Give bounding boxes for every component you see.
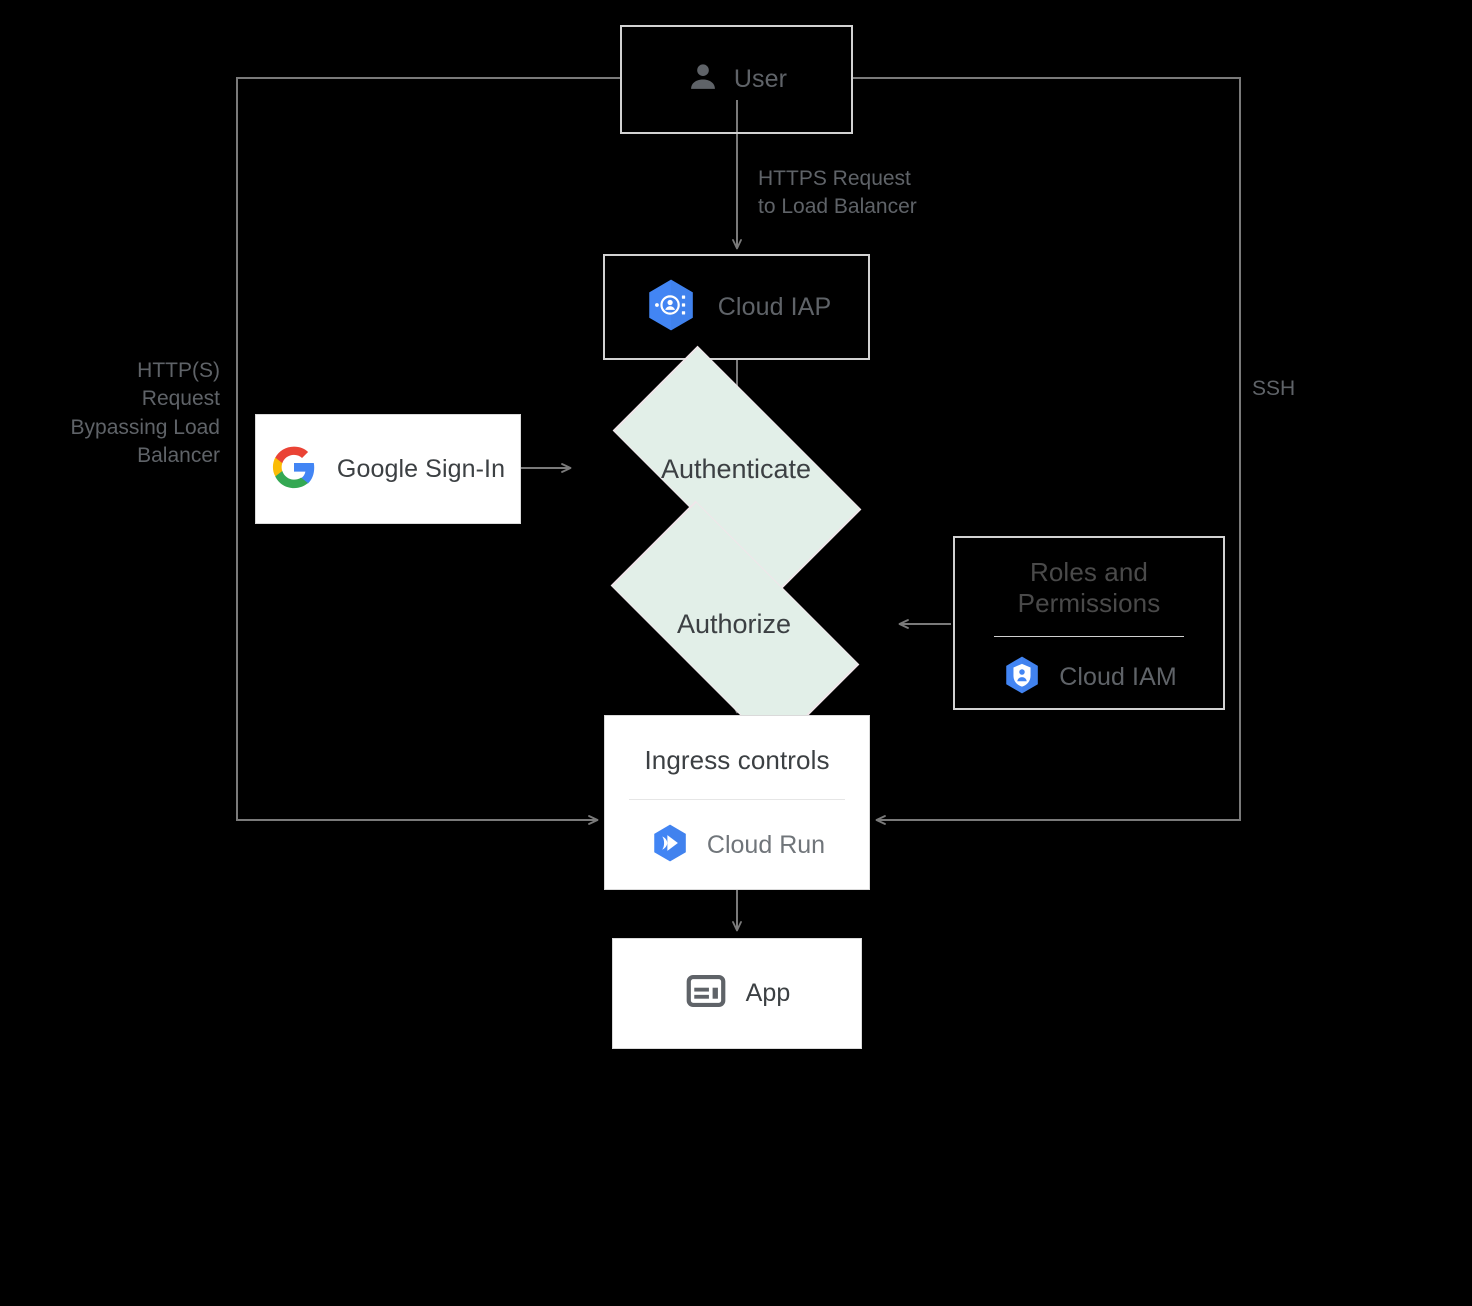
node-ingress-controls[interactable]: Ingress controls Cloud Run [604, 715, 870, 890]
node-app-label: App [745, 979, 791, 1007]
edge-label-ssh: SSH [1252, 377, 1296, 400]
roles-permissions-divider [994, 636, 1184, 638]
node-cloud-iam-label: Cloud IAM [1059, 663, 1177, 692]
node-authenticate-label: Authenticate [660, 453, 812, 484]
google-g-icon [271, 444, 317, 495]
node-roles-and-permissions[interactable]: Roles and Permissions Cloud IAM [953, 536, 1225, 710]
node-google-signin-label: Google Sign-In [336, 454, 506, 483]
node-user[interactable]: User [620, 25, 853, 134]
node-authorize[interactable]: Authorize [573, 500, 895, 750]
app-window-icon [684, 969, 728, 1018]
roles-permissions-title-line2: Permissions [1017, 588, 1161, 618]
diagram-canvas: User Cloud IAP Google Sign-In Authentica… [0, 0, 1472, 1306]
user-icon [686, 60, 720, 99]
roles-permissions-title-line1: Roles and [1030, 556, 1148, 587]
ingress-controls-divider [629, 798, 845, 800]
edge-label-https-to-load-balancer: HTTPS Request to Load Balancer [758, 167, 917, 219]
node-google-signin[interactable]: Google Sign-In [255, 414, 521, 524]
roles-permissions-title: Roles and Permissions [955, 557, 1223, 619]
node-cloud-iap-label: Cloud IAP [717, 292, 832, 321]
node-app[interactable]: App [612, 938, 862, 1049]
ingress-controls-title: Ingress controls [644, 744, 830, 775]
cloud-run-icon [649, 822, 691, 869]
node-authenticate[interactable]: Authenticate [575, 345, 897, 595]
cloud-iap-icon [642, 276, 700, 339]
edge-label-bypassing-load-balancer: HTTP(S) Request Bypassing Load Balancer [70, 359, 220, 468]
node-authorize-label: Authorize [676, 608, 792, 639]
node-cloud-run-label: Cloud Run [706, 830, 826, 859]
cloud-iam-icon [1001, 654, 1043, 701]
node-user-label: User [733, 65, 788, 93]
node-cloud-iap[interactable]: Cloud IAP [603, 254, 870, 360]
